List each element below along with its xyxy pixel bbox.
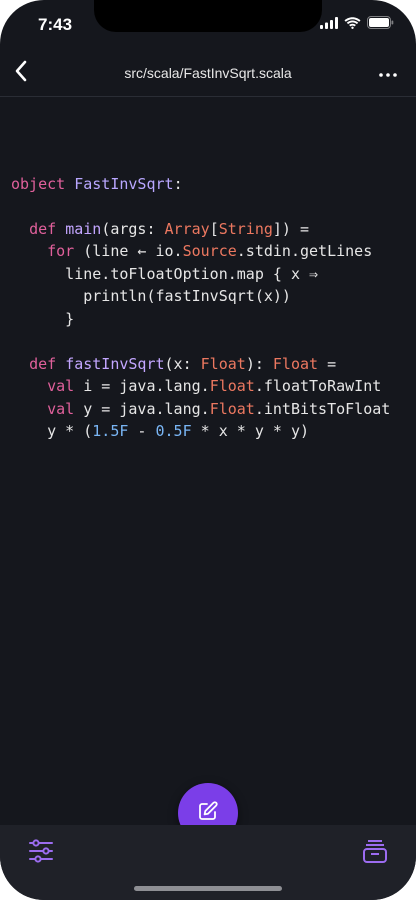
code-token: i = java.lang.	[74, 377, 210, 395]
code-token: main	[65, 219, 102, 238]
code-lines: object FastInvSqrt: def main(args: Array…	[11, 150, 390, 443]
code-token: ]) =	[272, 219, 310, 238]
code-token: -	[128, 422, 156, 440]
code-token: Float	[209, 399, 255, 418]
code-line: }	[11, 308, 390, 331]
code-token: y * (	[11, 422, 93, 440]
code-token: }	[11, 309, 75, 328]
code-line: line.toFloatOption.map { x ⇒	[11, 263, 390, 286]
status-icons	[320, 16, 394, 29]
code-token: 0.5F	[155, 422, 192, 440]
drawer-stack-icon	[361, 840, 389, 869]
code-token: Float	[209, 377, 255, 395]
code-token: .intBitsToFloat	[254, 399, 391, 418]
sliders-icon	[27, 839, 55, 868]
back-button[interactable]	[6, 58, 36, 88]
code-editor[interactable]: object FastInvSqrt: def main(args: Array…	[0, 97, 416, 825]
code-line: object FastInvSqrt:	[11, 173, 390, 196]
code-line: y * (1.5F - 0.5F * x * y * y)	[11, 420, 390, 443]
code-token: Array	[164, 219, 210, 238]
code-token: 1.5F	[92, 422, 129, 440]
files-drawer-button[interactable]	[361, 837, 389, 865]
device-notch	[94, 0, 322, 32]
settings-button[interactable]	[27, 838, 55, 864]
navigation-bar: src/scala/FastInvSqrt.scala	[0, 50, 416, 97]
code-line: val i = java.lang.Float.floatToRawInt	[11, 375, 390, 398]
ellipsis-icon	[379, 64, 397, 82]
code-token: :	[173, 174, 183, 193]
battery-icon	[367, 16, 394, 29]
code-token: for	[47, 242, 75, 260]
code-line: val y = java.lang.Float.intBitsToFloat	[11, 398, 390, 421]
code-line: def main(args: Array[String]) =	[11, 218, 390, 241]
code-line: def fastInvSqrt(x: Float): Float =	[11, 353, 390, 376]
file-path-title: src/scala/FastInvSqrt.scala	[124, 65, 292, 81]
code-token: y = java.lang.	[74, 399, 210, 418]
code-line: println(fastInvSqrt(x))	[11, 285, 390, 308]
code-token: println(fastInvSqrt(x))	[11, 287, 291, 305]
code-token: val	[47, 399, 75, 418]
wifi-icon	[344, 16, 361, 29]
home-indicator[interactable]	[134, 886, 282, 891]
app-screen: 7:43 src/scala/FastInvSqrt.scala object …	[0, 0, 416, 900]
code-token: val	[47, 377, 75, 395]
code-token: [	[209, 219, 219, 238]
code-token: FastInvSqrt	[74, 174, 174, 193]
code-token: .stdin.getLines	[236, 242, 373, 260]
signal-bars-icon	[320, 16, 338, 29]
code-token: fastInvSqrt	[65, 354, 165, 373]
code-token: def	[29, 354, 57, 373]
code-token: Float	[200, 354, 246, 373]
code-token: (x:	[164, 354, 201, 373]
code-token: line.toFloatOption.map { x ⇒	[11, 264, 319, 283]
code-token: =	[318, 354, 337, 373]
code-token: def	[29, 219, 57, 238]
code-token: object	[11, 174, 66, 193]
chevron-left-icon	[14, 60, 28, 87]
status-time: 7:43	[38, 15, 73, 34]
code-token: Float	[272, 354, 319, 373]
code-token: (line ← io.	[74, 242, 183, 260]
status-bar: 7:43	[0, 0, 416, 50]
code-token: * x * y * y)	[191, 422, 310, 440]
pencil-square-icon	[197, 800, 219, 827]
code-line: for (line ← io.Source.stdin.getLines	[11, 240, 390, 263]
code-token: Source	[182, 242, 237, 260]
code-token: String	[218, 219, 273, 238]
code-token: ):	[245, 354, 273, 373]
code-token: .floatToRawInt	[254, 377, 382, 395]
code-token: (args:	[101, 219, 165, 238]
more-options-button[interactable]	[374, 60, 402, 86]
bottom-toolbar	[0, 825, 416, 900]
